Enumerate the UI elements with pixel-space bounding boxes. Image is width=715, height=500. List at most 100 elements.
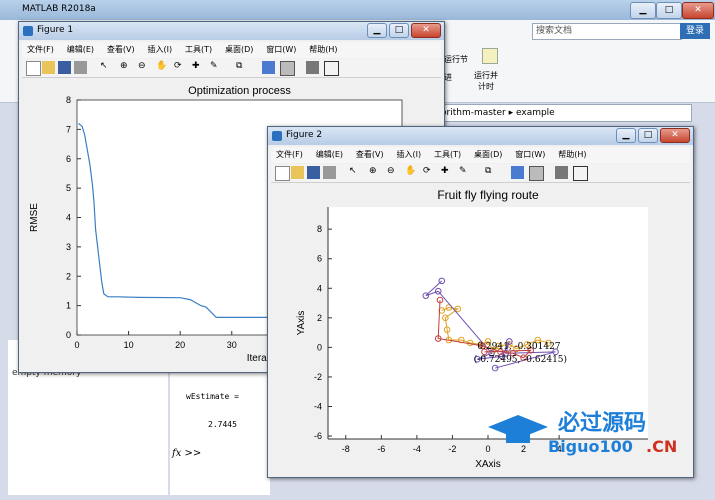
close-button[interactable]: ✕ [682,2,714,19]
save-icon[interactable] [307,166,320,179]
menu-insert[interactable]: 插入(I) [391,147,426,162]
chart-title: Fruit fly flying route [437,188,539,202]
link-plot-icon[interactable]: ⧉ [236,61,249,74]
zoom-in-icon[interactable]: ⊕ [120,61,133,74]
legend-icon[interactable] [280,61,295,76]
figure2-menubar: 文件(F) 编辑(E) 查看(V) 插入(I) 工具(T) 桌面(D) 窗口(W… [271,147,690,163]
open-icon[interactable] [42,61,55,74]
show-plot-tools-icon[interactable] [573,166,588,181]
maximize-button[interactable]: □ [389,23,409,38]
print-icon[interactable] [74,61,87,74]
pan-icon[interactable]: ✋ [156,61,169,74]
hide-plot-tools-icon[interactable] [306,61,319,74]
legend-icon[interactable] [529,166,544,181]
figure1-titlebar[interactable]: Figure 1 ▁ □ ✕ [19,22,444,40]
menu-insert[interactable]: 插入(I) [142,42,177,57]
figure-icon [23,26,33,36]
menu-tools[interactable]: 工具(T) [180,42,217,57]
brush-icon[interactable]: ✎ [459,166,472,179]
watermark-text: .CN [646,437,678,456]
menu-view[interactable]: 查看(V) [102,42,140,57]
watermark-text: 必过源码 [558,411,647,436]
run-time-button[interactable]: 运行并 计时 [474,70,498,92]
run-time-icon[interactable] [482,48,498,64]
figure1-menubar: 文件(F) 编辑(E) 查看(V) 插入(I) 工具(T) 桌面(D) 窗口(W… [22,42,441,58]
new-figure-icon[interactable] [26,61,41,76]
y-axis-label: RMSE [29,203,40,232]
y-tick-label: -6 [314,431,322,441]
login-button[interactable]: 登录 [680,23,710,39]
pointer-icon[interactable]: ↖ [100,61,113,74]
figure2-titlebar[interactable]: Figure 2 ▁ □ ✕ [268,127,693,145]
menu-file[interactable]: 文件(F) [22,42,59,57]
y-tick-label: 2 [317,313,322,323]
search-documentation-input[interactable]: 搜索文档 [532,23,682,40]
cmd-prompt[interactable]: fx >> [172,448,201,459]
y-tick-label: 8 [66,95,71,105]
y-tick-label: -4 [314,401,322,411]
pan-icon[interactable]: ✋ [405,166,418,179]
minimize-button[interactable]: ▁ [616,128,636,143]
data-cursor-icon[interactable]: ✚ [441,166,454,179]
print-icon[interactable] [323,166,336,179]
menu-help[interactable]: 帮助(H) [304,42,342,57]
x-tick-label: 10 [124,340,134,350]
menu-view[interactable]: 查看(V) [351,147,389,162]
pointer-icon[interactable]: ↖ [349,166,362,179]
brush-icon[interactable]: ✎ [210,61,223,74]
zoom-in-icon[interactable]: ⊕ [369,166,382,179]
close-button[interactable]: ✕ [660,128,690,143]
menu-edit[interactable]: 编辑(E) [62,42,99,57]
menu-window[interactable]: 窗口(W) [510,147,550,162]
y-tick-label: 0 [317,342,322,352]
path-segment[interactable]: example [516,108,555,118]
x-tick-label: -4 [413,444,421,454]
figure-icon [272,131,282,141]
x-tick-label: -2 [448,444,456,454]
zoom-out-icon[interactable]: ⊖ [387,166,400,179]
menu-desktop[interactable]: 桌面(D) [220,42,258,57]
y-tick-label: 8 [317,224,322,234]
main-titlebar[interactable]: MATLAB R2018a ▁ □ ✕ [0,0,715,20]
link-plot-icon[interactable]: ⧉ [485,166,498,179]
y-tick-label: 6 [317,254,322,264]
menu-edit[interactable]: 编辑(E) [311,147,348,162]
colorbar-icon[interactable] [511,166,524,179]
menu-window[interactable]: 窗口(W) [261,42,301,57]
menu-desktop[interactable]: 桌面(D) [469,147,507,162]
hide-plot-tools-icon[interactable] [555,166,568,179]
watermark-text: Biguo100 [548,437,633,456]
open-icon[interactable] [291,166,304,179]
figure2-title: Figure 2 [286,130,323,140]
command-window[interactable]: wEstimate = 2.7445 fx >> [170,370,270,495]
zoom-out-icon[interactable]: ⊖ [138,61,151,74]
advance-button[interactable]: 进 [444,72,452,83]
minimize-button[interactable]: ▁ [630,2,656,19]
annotation-label: (-0.72495, -0.62415) [474,354,567,365]
cmd-output-line: 2.7445 [208,420,237,429]
maximize-button[interactable]: □ [656,2,682,19]
save-icon[interactable] [58,61,71,74]
figure1-toolbar: ↖ ⊕ ⊖ ✋ ⟳ ✚ ✎ ⧉ [22,59,441,78]
figure1-title: Figure 1 [37,25,74,35]
menu-file[interactable]: 文件(F) [271,147,308,162]
rotate-icon[interactable]: ⟳ [174,61,187,74]
current-folder-path[interactable]: orithm-master ▸ example [440,104,692,122]
y-tick-label: 6 [66,154,71,164]
x-tick-label: -6 [377,444,385,454]
new-figure-icon[interactable] [275,166,290,181]
menu-help[interactable]: 帮助(H) [553,147,591,162]
annotation-label: 0.2941, -0.301427 [477,342,560,352]
minimize-button[interactable]: ▁ [367,23,387,38]
rotate-icon[interactable]: ⟳ [423,166,436,179]
maximize-button[interactable]: □ [638,128,658,143]
show-plot-tools-icon[interactable] [324,61,339,76]
menu-tools[interactable]: 工具(T) [429,147,466,162]
y-tick-label: 3 [66,242,71,252]
path-segment[interactable]: orithm-master [441,108,506,118]
y-tick-label: -2 [314,372,322,382]
colorbar-icon[interactable] [262,61,275,74]
close-button[interactable]: ✕ [411,23,441,38]
run-section-button[interactable]: 运行节 [444,54,468,65]
data-cursor-icon[interactable]: ✚ [192,61,205,74]
